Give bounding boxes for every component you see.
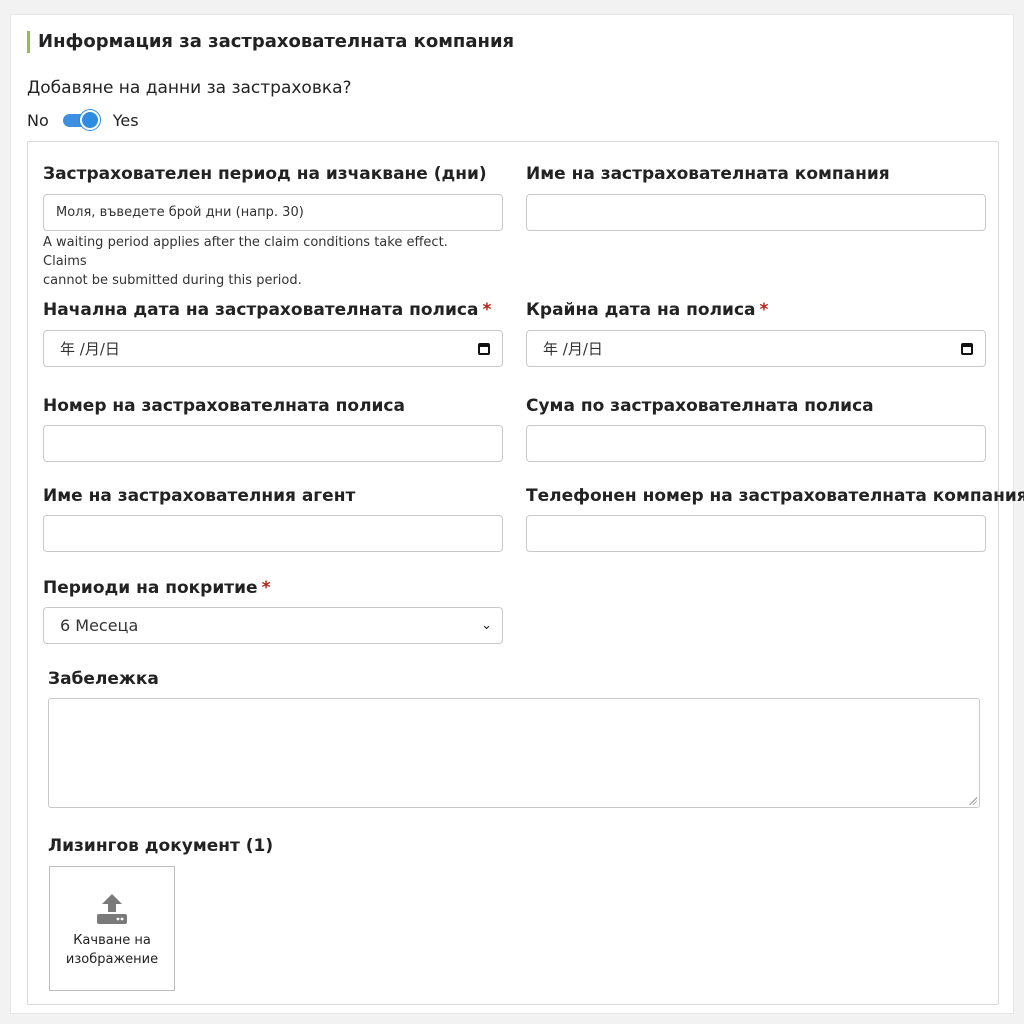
note-label: Забележка xyxy=(48,669,159,689)
policy-end-label: Крайна дата на полиса * xyxy=(526,300,768,320)
lease-document-label: Лизингов документ (1) xyxy=(48,836,274,856)
company-name-label: Име на застрахователната компания xyxy=(526,164,890,184)
insurance-form-page: Информация за застрахователната компания… xyxy=(10,14,1024,1014)
policy-amount-input[interactable] xyxy=(526,425,986,462)
agent-name-label: Име на застрахователния агент xyxy=(43,486,356,506)
company-phone-input[interactable] xyxy=(526,515,986,552)
upload-label-line: Качване на xyxy=(73,933,151,948)
calendar-icon[interactable] xyxy=(478,342,490,355)
coverage-period-selected: 6 Месеца xyxy=(60,616,139,635)
policy-start-date-input[interactable]: 年 /月/日 xyxy=(43,330,503,367)
insurance-toggle-row: No Yes xyxy=(27,109,139,131)
toggle-knob xyxy=(79,110,100,130)
company-phone-label: Телефонен номер на застрахователната ком… xyxy=(526,486,1024,506)
coverage-period-select[interactable]: 6 Месеца ⌄ xyxy=(43,607,503,644)
upload-icon xyxy=(97,894,127,924)
insurance-toggle[interactable] xyxy=(62,109,103,131)
insurance-details-panel: Застрахователен период на изчакване (дни… xyxy=(27,141,1024,1005)
policy-number-input[interactable] xyxy=(43,425,503,462)
chevron-down-icon: ⌄ xyxy=(481,618,492,633)
waiting-period-input[interactable]: Моля, въведете брой дни (напр. 30) xyxy=(43,194,503,231)
insurance-question: Добавяне на данни за застраховка? xyxy=(27,78,352,98)
waiting-period-help-line: A waiting period applies after the claim… xyxy=(43,235,448,269)
coverage-period-label: Периоди на покритие * xyxy=(43,578,270,598)
section-title: Информация за застрахователната компания xyxy=(27,31,514,53)
policy-amount-label: Сума по застрахователната полиса xyxy=(526,396,874,416)
upload-image-button[interactable]: Качване на изображение xyxy=(49,866,175,991)
agent-name-input[interactable] xyxy=(43,515,503,552)
required-marker: * xyxy=(261,578,271,598)
waiting-period-help: A waiting period applies after the claim… xyxy=(43,233,483,290)
calendar-icon[interactable] xyxy=(961,342,973,355)
waiting-period-placeholder: Моля, въведете брой дни (напр. 30) xyxy=(56,205,304,220)
coverage-period-label-text: Периоди на покритие xyxy=(43,578,258,598)
required-marker: * xyxy=(482,300,492,320)
resize-handle[interactable] xyxy=(969,797,977,805)
waiting-period-help-line: cannot be submitted during this period. xyxy=(43,273,302,288)
date-placeholder: 年 /月/日 xyxy=(543,340,603,358)
policy-number-label: Номер на застрахователната полиса xyxy=(43,396,405,416)
upload-label: Качване на изображение xyxy=(57,931,167,969)
toggle-on-label: Yes xyxy=(112,110,139,130)
waiting-period-label: Застрахователен период на изчакване (дни… xyxy=(43,164,487,184)
date-placeholder: 年 /月/日 xyxy=(60,340,120,358)
toggle-off-label: No xyxy=(27,110,49,130)
policy-end-date-input[interactable]: 年 /月/日 xyxy=(526,330,986,367)
policy-end-label-text: Крайна дата на полиса xyxy=(526,300,756,320)
policy-start-label: Начална дата на застрахователната полиса… xyxy=(43,300,491,320)
policy-start-label-text: Начална дата на застрахователната полиса xyxy=(43,300,479,320)
note-textarea[interactable] xyxy=(48,698,980,808)
upload-label-line: изображение xyxy=(65,952,159,967)
required-marker: * xyxy=(759,300,769,320)
company-name-input[interactable] xyxy=(526,194,986,231)
